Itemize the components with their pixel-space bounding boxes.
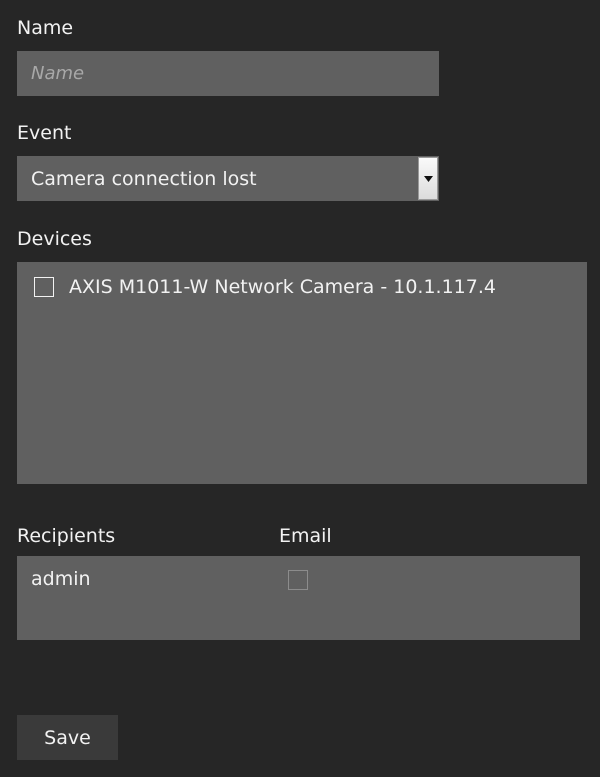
- devices-label: Devices: [17, 228, 92, 250]
- recipients-list: admin: [17, 556, 580, 640]
- email-checkbox[interactable]: [288, 570, 308, 590]
- save-button[interactable]: Save: [17, 715, 118, 760]
- email-label: Email: [279, 525, 332, 547]
- alert-rule-form: Name Event Camera connection lost Device…: [0, 0, 600, 777]
- name-input[interactable]: [17, 51, 439, 96]
- devices-list: AXIS M1011-W Network Camera - 10.1.117.4: [17, 262, 587, 484]
- event-label: Event: [17, 122, 72, 144]
- device-checkbox[interactable]: [34, 277, 54, 297]
- list-item[interactable]: AXIS M1011-W Network Camera - 10.1.117.4: [34, 276, 496, 298]
- device-label: AXIS M1011-W Network Camera - 10.1.117.4: [69, 276, 496, 298]
- event-selected-value: Camera connection lost: [31, 167, 257, 190]
- recipient-name: admin: [31, 568, 91, 590]
- dropdown-arrow-button[interactable]: [418, 157, 438, 200]
- chevron-down-icon: [423, 175, 433, 182]
- event-select[interactable]: Camera connection lost: [17, 156, 439, 201]
- name-label: Name: [17, 17, 74, 39]
- recipients-label: Recipients: [17, 525, 116, 547]
